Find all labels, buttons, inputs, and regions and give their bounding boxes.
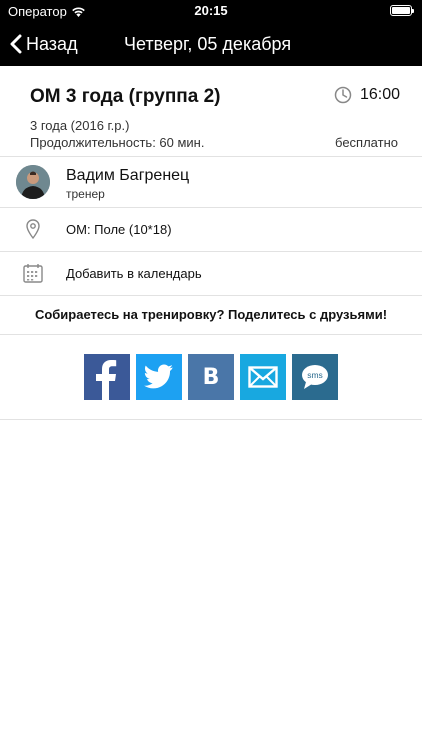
trainer-name: Вадим Багренец (66, 167, 190, 184)
email-share-button[interactable] (240, 354, 286, 400)
add-to-calendar-label: Добавить в календарь (66, 266, 202, 281)
avatar (16, 165, 50, 199)
event-time: 16:00 (334, 86, 400, 104)
svg-text:sms: sms (307, 370, 323, 380)
facebook-icon (96, 360, 117, 400)
envelope-icon (248, 366, 278, 388)
trainer-role: тренер (66, 187, 105, 201)
event-age: 3 года (2016 г.р.) (30, 118, 130, 133)
battery-icon (390, 5, 414, 16)
map-pin-icon (26, 219, 40, 240)
event-price: бесплатно (335, 135, 398, 150)
vk-share-button[interactable]: В (188, 354, 234, 400)
location-row[interactable]: ОМ: Поле (10*18) (0, 208, 422, 252)
twitter-share-button[interactable] (136, 354, 182, 400)
event-duration: Продолжительность: 60 мин. (30, 135, 205, 150)
add-to-calendar-row[interactable]: Добавить в календарь (0, 252, 422, 296)
twitter-icon (144, 364, 173, 389)
location-label: ОМ: Поле (10*18) (66, 222, 172, 237)
social-share-buttons: В sms (0, 335, 422, 420)
vk-icon: В (202, 364, 220, 390)
sms-bubble-icon: sms (302, 365, 328, 389)
calendar-icon (23, 264, 43, 283)
share-prompt-row: Собираетесь на тренировку? Поделитесь с … (0, 296, 422, 335)
trainer-row[interactable]: Вадим Багренец тренер (0, 157, 422, 208)
event-time-value: 16:00 (359, 86, 400, 103)
clock-icon (334, 86, 352, 104)
share-prompt: Собираетесь на тренировку? Поделитесь с … (34, 307, 388, 322)
page-title: Четверг, 05 декабря (124, 34, 292, 54)
event-title: ОМ 3 года (группа 2) (30, 86, 221, 107)
event-header: ОМ 3 года (группа 2) 16:00 3 года (2016 … (0, 66, 422, 157)
back-button[interactable]: Назад (10, 22, 78, 66)
sms-share-button[interactable]: sms (292, 354, 338, 400)
chevron-left-icon (10, 34, 22, 54)
back-label: Назад (26, 33, 78, 54)
clock-time: 20:15 (194, 3, 228, 18)
facebook-share-button[interactable] (84, 354, 130, 400)
status-bar: Оператор 20:15 (0, 0, 422, 22)
navigation-bar: Назад Четверг, 05 декабря (0, 22, 422, 66)
